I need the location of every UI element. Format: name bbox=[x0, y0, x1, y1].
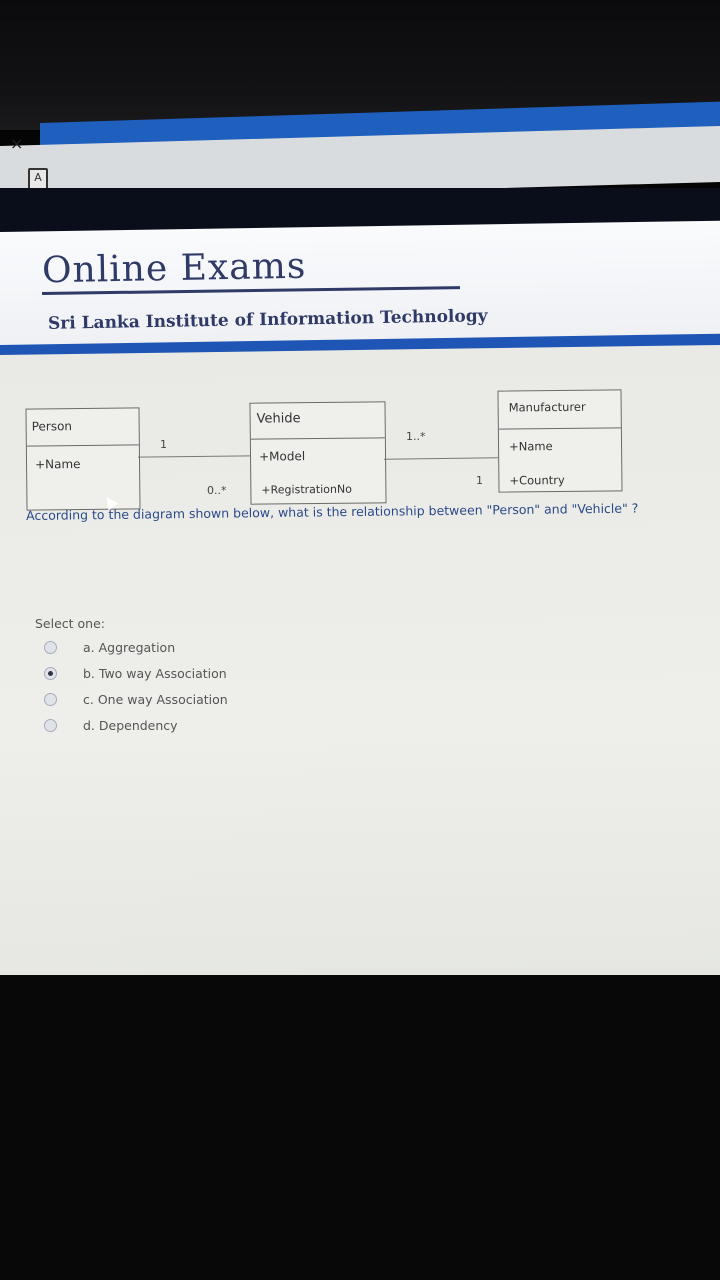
option-c-label[interactable]: c. One way Association bbox=[83, 692, 228, 707]
person-class-name: Person bbox=[31, 419, 73, 434]
option-b-label[interactable]: b. Two way Association bbox=[83, 666, 227, 681]
option-a-label[interactable]: a. Aggregation bbox=[83, 640, 175, 655]
option-d-label[interactable]: d. Dependency bbox=[83, 718, 178, 733]
site-title: Online Exams bbox=[41, 245, 307, 292]
option-d-radio[interactable] bbox=[44, 719, 57, 732]
vehicle-attr-registration: +RegistrationNo bbox=[261, 482, 352, 497]
multiplicity-manufacturer: 1 bbox=[476, 474, 483, 487]
uml-class-manufacturer: Manufacturer +Name +Country bbox=[497, 389, 623, 493]
manufacturer-class-name: Manufacturer bbox=[508, 399, 586, 415]
tab-favicon-icon[interactable]: A bbox=[28, 168, 48, 190]
vehicle-class-name: Vehide bbox=[256, 411, 301, 427]
close-icon[interactable]: × bbox=[10, 134, 23, 153]
multiplicity-vehicle-person-end: 0..* bbox=[207, 484, 227, 497]
option-b-radio[interactable] bbox=[44, 667, 57, 680]
option-a-radio[interactable] bbox=[44, 641, 57, 654]
manufacturer-attr-country: +Country bbox=[509, 472, 565, 488]
option-a[interactable]: a. Aggregation bbox=[44, 640, 175, 655]
option-c[interactable]: c. One way Association bbox=[44, 692, 228, 707]
vehicle-attr-model: +Model bbox=[258, 449, 306, 464]
uml-class-person: Person +Name bbox=[25, 407, 141, 511]
photo-background-bottom bbox=[0, 975, 720, 1280]
uml-class-vehicle: Vehide +Model +RegistrationNo bbox=[249, 401, 387, 505]
multiplicity-vehicle-manufacturer-end: 1..* bbox=[406, 430, 426, 443]
select-one-label: Select one: bbox=[35, 616, 106, 631]
person-attr-name: +Name bbox=[34, 457, 81, 472]
multiplicity-person: 1 bbox=[160, 438, 167, 451]
manufacturer-attr-name: +Name bbox=[508, 439, 553, 454]
option-b[interactable]: b. Two way Association bbox=[44, 666, 227, 681]
option-d[interactable]: d. Dependency bbox=[44, 718, 178, 733]
option-c-radio[interactable] bbox=[44, 693, 57, 706]
